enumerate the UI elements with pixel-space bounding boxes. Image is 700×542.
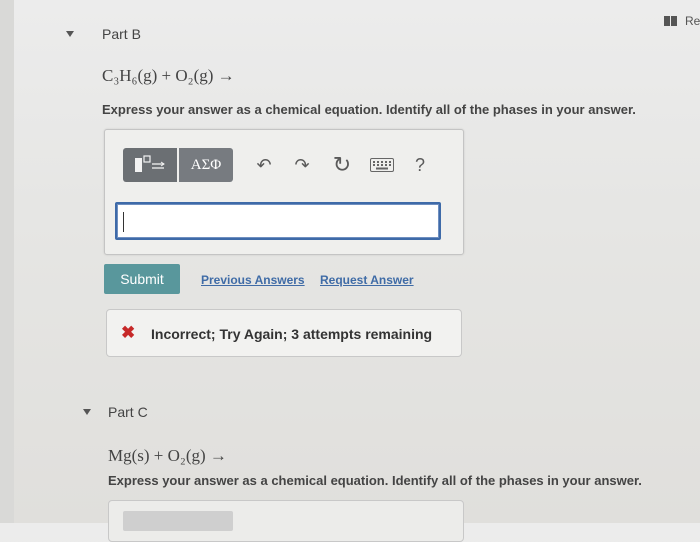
feedback-message: Incorrect; Try Again; 3 attempts remaini… [151,326,433,342]
submit-button[interactable]: Submit [104,264,180,294]
part-c-collapse-caret-icon[interactable] [83,409,91,415]
part-c-equation: Mg(s) + O₂(g) → [108,446,227,465]
undo-icon[interactable]: ↶ [247,148,281,182]
reset-icon[interactable]: ↻ [325,148,359,182]
left-margin-strip [0,0,14,523]
answer-panel: ΑΣΦ ↶ ↷ ↻ ? [104,129,464,255]
greek-symbols-button[interactable]: ΑΣΦ [179,148,233,182]
template-button[interactable] [123,148,177,182]
part-c-answer-panel [108,500,464,542]
part-b-collapse-caret-icon[interactable] [66,31,74,37]
keyboard-icon[interactable] [365,148,399,182]
part-c-title[interactable]: Part C [108,404,148,420]
part-b-title[interactable]: Part B [102,26,141,42]
feedback-box: ✖ Incorrect; Try Again; 3 attempts remai… [106,309,462,357]
part-c-instructions: Express your answer as a chemical equati… [108,473,642,488]
text-cursor [123,212,124,232]
part-c-toolbar [123,511,233,531]
incorrect-x-icon: ✖ [121,323,136,342]
answer-input[interactable] [115,202,441,240]
part-b-equation: C₃H₆(g) + O₂(g) → [102,66,235,85]
review-link[interactable]: Re [664,14,700,28]
help-button[interactable]: ? [405,148,435,182]
previous-answers-link[interactable]: Previous Answers [201,273,305,287]
request-answer-link[interactable]: Request Answer [320,273,414,287]
redo-icon[interactable]: ↷ [285,148,319,182]
review-icon [664,16,677,26]
review-label: Re [685,14,700,28]
template-icon [135,155,165,172]
math-toolbar: ΑΣΦ ↶ ↷ ↻ ? [123,148,435,182]
part-b-instructions: Express your answer as a chemical equati… [102,102,636,117]
